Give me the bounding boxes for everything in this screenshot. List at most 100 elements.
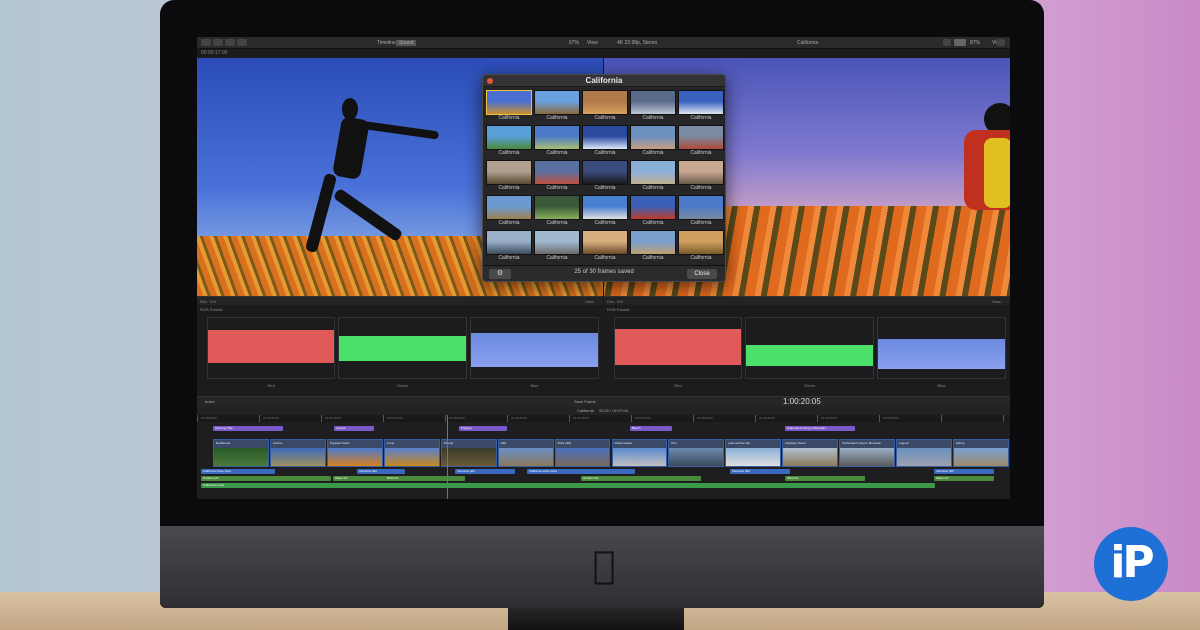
close-button[interactable]: Close: [687, 269, 717, 279]
timeline-clip-name: California: [577, 408, 594, 413]
audio-clip[interactable]: Interview p04: [455, 469, 515, 474]
viewer-left-view[interactable]: View: [585, 299, 594, 304]
audio-clip[interactable]: Water.sfx: [934, 476, 994, 481]
index-button[interactable]: Index: [205, 399, 215, 404]
frame-thumbnail[interactable]: California: [630, 195, 676, 228]
frame-thumbnail[interactable]: California: [678, 125, 724, 158]
audio-clip[interactable]: California Voice Over: [527, 469, 635, 474]
audio-clip[interactable]: Wind.sfx: [785, 476, 865, 481]
share-icon[interactable]: [237, 39, 247, 46]
frame-thumbnail[interactable]: California: [678, 195, 724, 228]
title-clip[interactable]: Poppies: [459, 426, 507, 431]
video-clip[interactable]: Hiking: [953, 439, 1009, 467]
frame-thumbnail[interactable]: California: [582, 90, 628, 123]
audio-clip[interactable]: Interview p00: [357, 469, 405, 474]
title-clip[interactable]: Sutherland Canyon Mountain: [785, 426, 855, 431]
audio-clip[interactable]: California Voice Over: [201, 469, 275, 474]
viewer-right-view[interactable]: View: [992, 299, 1001, 304]
clip-filmstrip: [498, 448, 553, 466]
video-clip[interactable]: Woods: [440, 439, 497, 467]
audio-clip[interactable]: Interview p03: [730, 469, 790, 474]
frame-thumbnail[interactable]: California: [582, 230, 628, 263]
zoom-right[interactable]: 87%: [970, 40, 980, 46]
frame-thumbnail[interactable]: California: [630, 90, 676, 123]
layout-icon[interactable]: [943, 39, 951, 46]
thumbnail-label: California: [498, 150, 520, 156]
frame-thumbnail[interactable]: California: [534, 230, 580, 263]
clip-filmstrip: [612, 448, 667, 466]
frame-thumbnail[interactable]: California: [486, 195, 532, 228]
frame-thumbnail[interactable]: California: [486, 125, 532, 158]
title-clip[interactable]: Opening Title: [213, 426, 283, 431]
dialog-footer: ⚙ 25 of 30 frames saved Close: [483, 265, 725, 281]
video-clip[interactable]: Rock cliffs: [554, 439, 611, 467]
thumbnail-image: [582, 230, 628, 255]
check-icon[interactable]: [225, 39, 235, 46]
audio-clip[interactable]: Birds.sfx: [385, 476, 465, 481]
frame-thumbnail[interactable]: California: [486, 90, 532, 123]
title-clip[interactable]: Beach: [630, 426, 672, 431]
thumbnail-label: California: [546, 255, 568, 261]
frame-thumbnail[interactable]: California: [630, 230, 676, 263]
frame-thumbnail[interactable]: California: [582, 160, 628, 193]
frame-thumbnail[interactable]: California: [678, 230, 724, 263]
title-clip[interactable]: Cactus: [334, 426, 374, 431]
zoom-left[interactable]: 67%: [569, 40, 579, 46]
audio-clip[interactable]: Outdoor.sfx: [201, 476, 331, 481]
import-icon[interactable]: [201, 39, 211, 46]
thumbnail-image: [678, 90, 724, 115]
ruler-tick-label: 01:00:50:00: [821, 416, 837, 420]
key-icon[interactable]: [213, 39, 223, 46]
audio-clip[interactable]: Water.sfx: [333, 476, 387, 481]
scope-title: RGB Parade: [200, 307, 223, 312]
video-clip[interactable]: Rollercoaster: [611, 439, 668, 467]
audio-clip[interactable]: Interview p05: [934, 469, 994, 474]
thumbnail-image: [582, 125, 628, 150]
jumper-leg-right: [332, 187, 404, 243]
video-clip[interactable]: Pier: [668, 439, 725, 467]
frame-thumbnail[interactable]: California: [534, 90, 580, 123]
video-clip[interactable]: Highway Street: [782, 439, 839, 467]
thumbnail-label: California: [594, 115, 616, 121]
fullscreen-icon[interactable]: [997, 39, 1005, 46]
clip-filmstrip: [270, 448, 325, 466]
tab-sound[interactable]: Sound: [396, 40, 417, 46]
frame-thumbnail[interactable]: California: [630, 160, 676, 193]
video-clip[interactable]: park archive clip: [725, 439, 782, 467]
video-clip[interactable]: Hills: [497, 439, 554, 467]
clip-filmstrip: [954, 448, 1008, 466]
video-clip[interactable]: Redwoods: [213, 439, 269, 467]
ruler-tick-label: 01:00:30:00: [573, 416, 589, 420]
frame-thumbnail[interactable]: California: [678, 160, 724, 193]
frame-thumbnail[interactable]: California: [630, 125, 676, 158]
video-clip[interactable]: Sutherland Canyon Mountain: [839, 439, 896, 467]
scopes-left-header: Rec. 709 View: [197, 297, 603, 305]
video-clip[interactable]: Lagoon: [896, 439, 953, 467]
timeline-ruler[interactable]: 01:00:00:00 01:00:05:00 01:00:10:00 01:00:1…: [197, 415, 1010, 422]
video-clip[interactable]: Cactus: [269, 439, 326, 467]
timeline-timecode: 1:00:20:05: [783, 397, 821, 406]
thumbnail-label: California: [594, 150, 616, 156]
view-left-menu[interactable]: View: [587, 40, 598, 46]
video-clip[interactable]: Jump: [383, 439, 440, 467]
audio-clip[interactable]: Outdoor.sfx: [581, 476, 701, 481]
thumbnail-label: California: [642, 220, 664, 226]
thumbnail-image: [486, 125, 532, 150]
frame-thumbnail[interactable]: California: [534, 195, 580, 228]
frame-thumbnail[interactable]: California: [534, 160, 580, 193]
save-frame-button[interactable]: Save Frame: [574, 399, 596, 404]
audio-clip[interactable]: California music: [201, 483, 935, 488]
playhead[interactable]: [447, 415, 448, 499]
window-toggle-icon[interactable]: [954, 39, 966, 46]
frame-thumbnail[interactable]: California: [582, 125, 628, 158]
frame-thumbnail[interactable]: California: [678, 90, 724, 123]
video-clip[interactable]: Poppies Fields: [326, 439, 383, 467]
ruler-tick-label: 01:00:35:00: [635, 416, 651, 420]
frame-thumbnail[interactable]: California: [486, 160, 532, 193]
ip-logo: iP: [1094, 527, 1168, 601]
frame-thumbnail[interactable]: California: [534, 125, 580, 158]
thumbnail-image: [630, 230, 676, 255]
frame-thumbnail[interactable]: California: [486, 230, 532, 263]
frame-thumbnail[interactable]: California: [582, 195, 628, 228]
thumbnail-image: [630, 125, 676, 150]
